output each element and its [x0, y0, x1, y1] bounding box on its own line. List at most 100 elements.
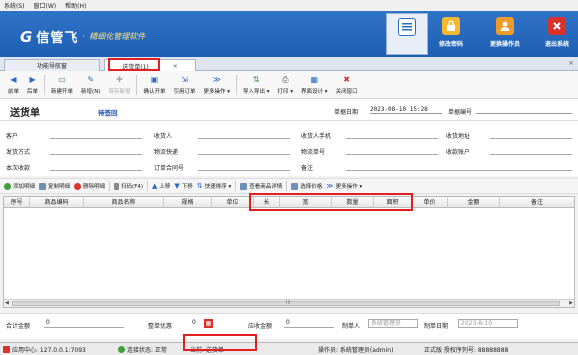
- confirm-doc-button[interactable]: ▣ 确认开单: [139, 71, 169, 99]
- confirm-icon: ▣: [150, 75, 159, 84]
- more-icon: ≫: [326, 182, 334, 190]
- column-header[interactable]: 备注: [500, 197, 574, 208]
- close-window-icon: ✖: [343, 75, 350, 84]
- close-window-label: 关闭窗口: [335, 89, 358, 95]
- tab-close-icon[interactable]: ×: [173, 63, 178, 70]
- add-row-button[interactable]: 添加明细: [4, 182, 35, 190]
- logistics-no-label: 物流单号: [301, 149, 326, 156]
- change-operator-button[interactable]: 更换操作员: [478, 13, 532, 55]
- toolbar-divider: [44, 75, 46, 95]
- ui-design-label: 界面设计 ▾: [301, 89, 328, 95]
- gridbar-divider: [147, 181, 149, 191]
- view-product-detail-button[interactable]: 查看商品详情: [240, 182, 282, 190]
- collected-field[interactable]: [50, 170, 142, 171]
- receiver-phone-field[interactable]: [346, 138, 438, 139]
- status-bar: 应用中心: 127.0.0.1:7093 连接状态: 正常 当前: 送货单 操作…: [0, 342, 578, 355]
- design-icon: ▦: [310, 75, 319, 84]
- scan-icon: [114, 182, 120, 190]
- more-actions-label: 更多操作 ▾: [203, 89, 231, 95]
- reference-icon: ⇲: [181, 75, 188, 84]
- ui-design-button[interactable]: ▦ 界面设计 ▾: [297, 71, 332, 99]
- menu-system[interactable]: 系统(S): [4, 1, 25, 10]
- sort-icon: ⇅: [196, 182, 203, 190]
- delete-row-button[interactable]: 删除明细: [74, 182, 105, 190]
- toolbar-divider: [136, 75, 138, 95]
- scan-button[interactable]: 扫码(F4): [114, 182, 143, 190]
- calculator-icon[interactable]: ▦: [204, 319, 213, 328]
- scroll-left-icon[interactable]: ◀: [5, 300, 9, 306]
- print-icon: ⎙: [282, 75, 289, 84]
- receivable-field[interactable]: 0: [284, 319, 334, 328]
- operator-status: 操作员: 系统管理员(admin): [318, 347, 394, 354]
- copy-row-button[interactable]: 复制明细: [39, 182, 70, 190]
- column-header[interactable]: 规格: [164, 197, 212, 208]
- column-header[interactable]: 单价: [412, 197, 448, 208]
- change-password-label: 修改密码: [438, 41, 463, 48]
- more-icon: ≫: [212, 75, 221, 84]
- more-actions-button[interactable]: ≫ 更多操作 ▾: [200, 71, 235, 99]
- order-contract-field[interactable]: [198, 170, 290, 171]
- logistics-express-field[interactable]: [198, 154, 290, 155]
- make-date-field: 2023-8-10: [458, 319, 518, 328]
- print-button[interactable]: ⎙ 打印 ▾: [274, 71, 298, 99]
- copy-row-label: 复制明细: [48, 184, 71, 190]
- customer-label: 客户: [6, 133, 19, 140]
- prev-doc-button[interactable]: ◀ 前单: [4, 71, 23, 99]
- doc-date-label: 单据日期: [334, 109, 359, 116]
- scrollbar-thumb[interactable]: III: [12, 300, 560, 306]
- discount-field[interactable]: 0: [190, 319, 202, 328]
- remark-field[interactable]: [346, 170, 572, 171]
- license-status: 正式版 授权序列号: 88888888: [424, 347, 509, 354]
- new-doc-button[interactable]: ▭ 新建开单: [47, 71, 77, 99]
- close-window-button[interactable]: ✖ 关闭窗口: [332, 71, 362, 99]
- grid-more-actions-button[interactable]: ≫ 更多操作 ▾: [326, 182, 362, 190]
- discount-label: 整单优惠: [148, 323, 173, 330]
- receive-account-field[interactable]: [490, 154, 572, 155]
- next-doc-button[interactable]: ▶ 后单: [23, 71, 42, 99]
- reference-order-label: 引用订单: [173, 89, 196, 95]
- change-password-button[interactable]: 修改密码: [424, 13, 478, 55]
- highlight-tab: [108, 58, 160, 71]
- horizontal-scrollbar[interactable]: ◀ III ▶: [4, 299, 574, 307]
- select-price-button[interactable]: 选择价格: [291, 182, 322, 190]
- save-add-button[interactable]: ✚ 保存新增: [104, 71, 134, 99]
- save-add-icon: ✚: [116, 75, 123, 84]
- connection-ok-icon: [118, 346, 125, 353]
- move-down-button[interactable]: ▼ 下移: [174, 182, 192, 190]
- exit-button[interactable]: 退出系统: [530, 13, 578, 55]
- import-export-label: 导入导出 ▾: [243, 89, 270, 95]
- home-button[interactable]: [386, 13, 428, 55]
- brand-tagline: 精细化管理软件: [89, 32, 146, 41]
- add-new-button[interactable]: ✎ 新增(N): [77, 71, 104, 99]
- ship-method-field[interactable]: [50, 154, 142, 155]
- lock-icon: [442, 17, 460, 35]
- column-header[interactable]: 商品编码: [30, 197, 84, 208]
- column-header[interactable]: 金额: [448, 197, 500, 208]
- tab-function-nav[interactable]: 功能导航窗: [4, 59, 100, 71]
- column-header[interactable]: 序号: [4, 197, 30, 208]
- logistics-no-field[interactable]: [346, 154, 438, 155]
- detail-grid[interactable]: 序号 商品编码 商品名称 规格 单位 长 宽 数量 面积 单价 金额 备注 ◀ …: [3, 196, 575, 308]
- order-contract-label: 订单合同号: [154, 165, 185, 172]
- receiver-label: 收货人: [154, 133, 173, 140]
- customer-field[interactable]: [50, 138, 142, 139]
- gridbar-divider: [235, 181, 237, 191]
- import-export-button[interactable]: ⇅ 导入导出 ▾: [239, 71, 274, 99]
- app-logo: G 信管飞 · 精细化管理软件: [20, 27, 146, 47]
- receive-address-field[interactable]: [490, 138, 572, 139]
- close-all-icon[interactable]: ×: [568, 59, 574, 67]
- column-header[interactable]: 商品名称: [84, 197, 164, 208]
- column-header[interactable]: 单位: [212, 197, 254, 208]
- menu-window[interactable]: 窗口(W): [34, 1, 57, 10]
- scroll-right-icon[interactable]: ▶: [569, 300, 573, 306]
- menu-help[interactable]: 帮助(H): [65, 1, 86, 10]
- quick-sort-button[interactable]: ⇅ 快速排序 ▾: [197, 182, 231, 190]
- maker-label: 制单人: [342, 323, 361, 330]
- total-amount-field[interactable]: 0: [44, 319, 124, 328]
- receiver-field[interactable]: [198, 138, 290, 139]
- reference-order-button[interactable]: ⇲ 引用订单: [169, 71, 199, 99]
- doc-number-field[interactable]: [476, 106, 572, 114]
- exit-icon: [548, 17, 566, 35]
- move-up-button[interactable]: ▲ 上移: [152, 182, 170, 190]
- doc-date-field[interactable]: 2023-08-10 15:28: [370, 106, 442, 114]
